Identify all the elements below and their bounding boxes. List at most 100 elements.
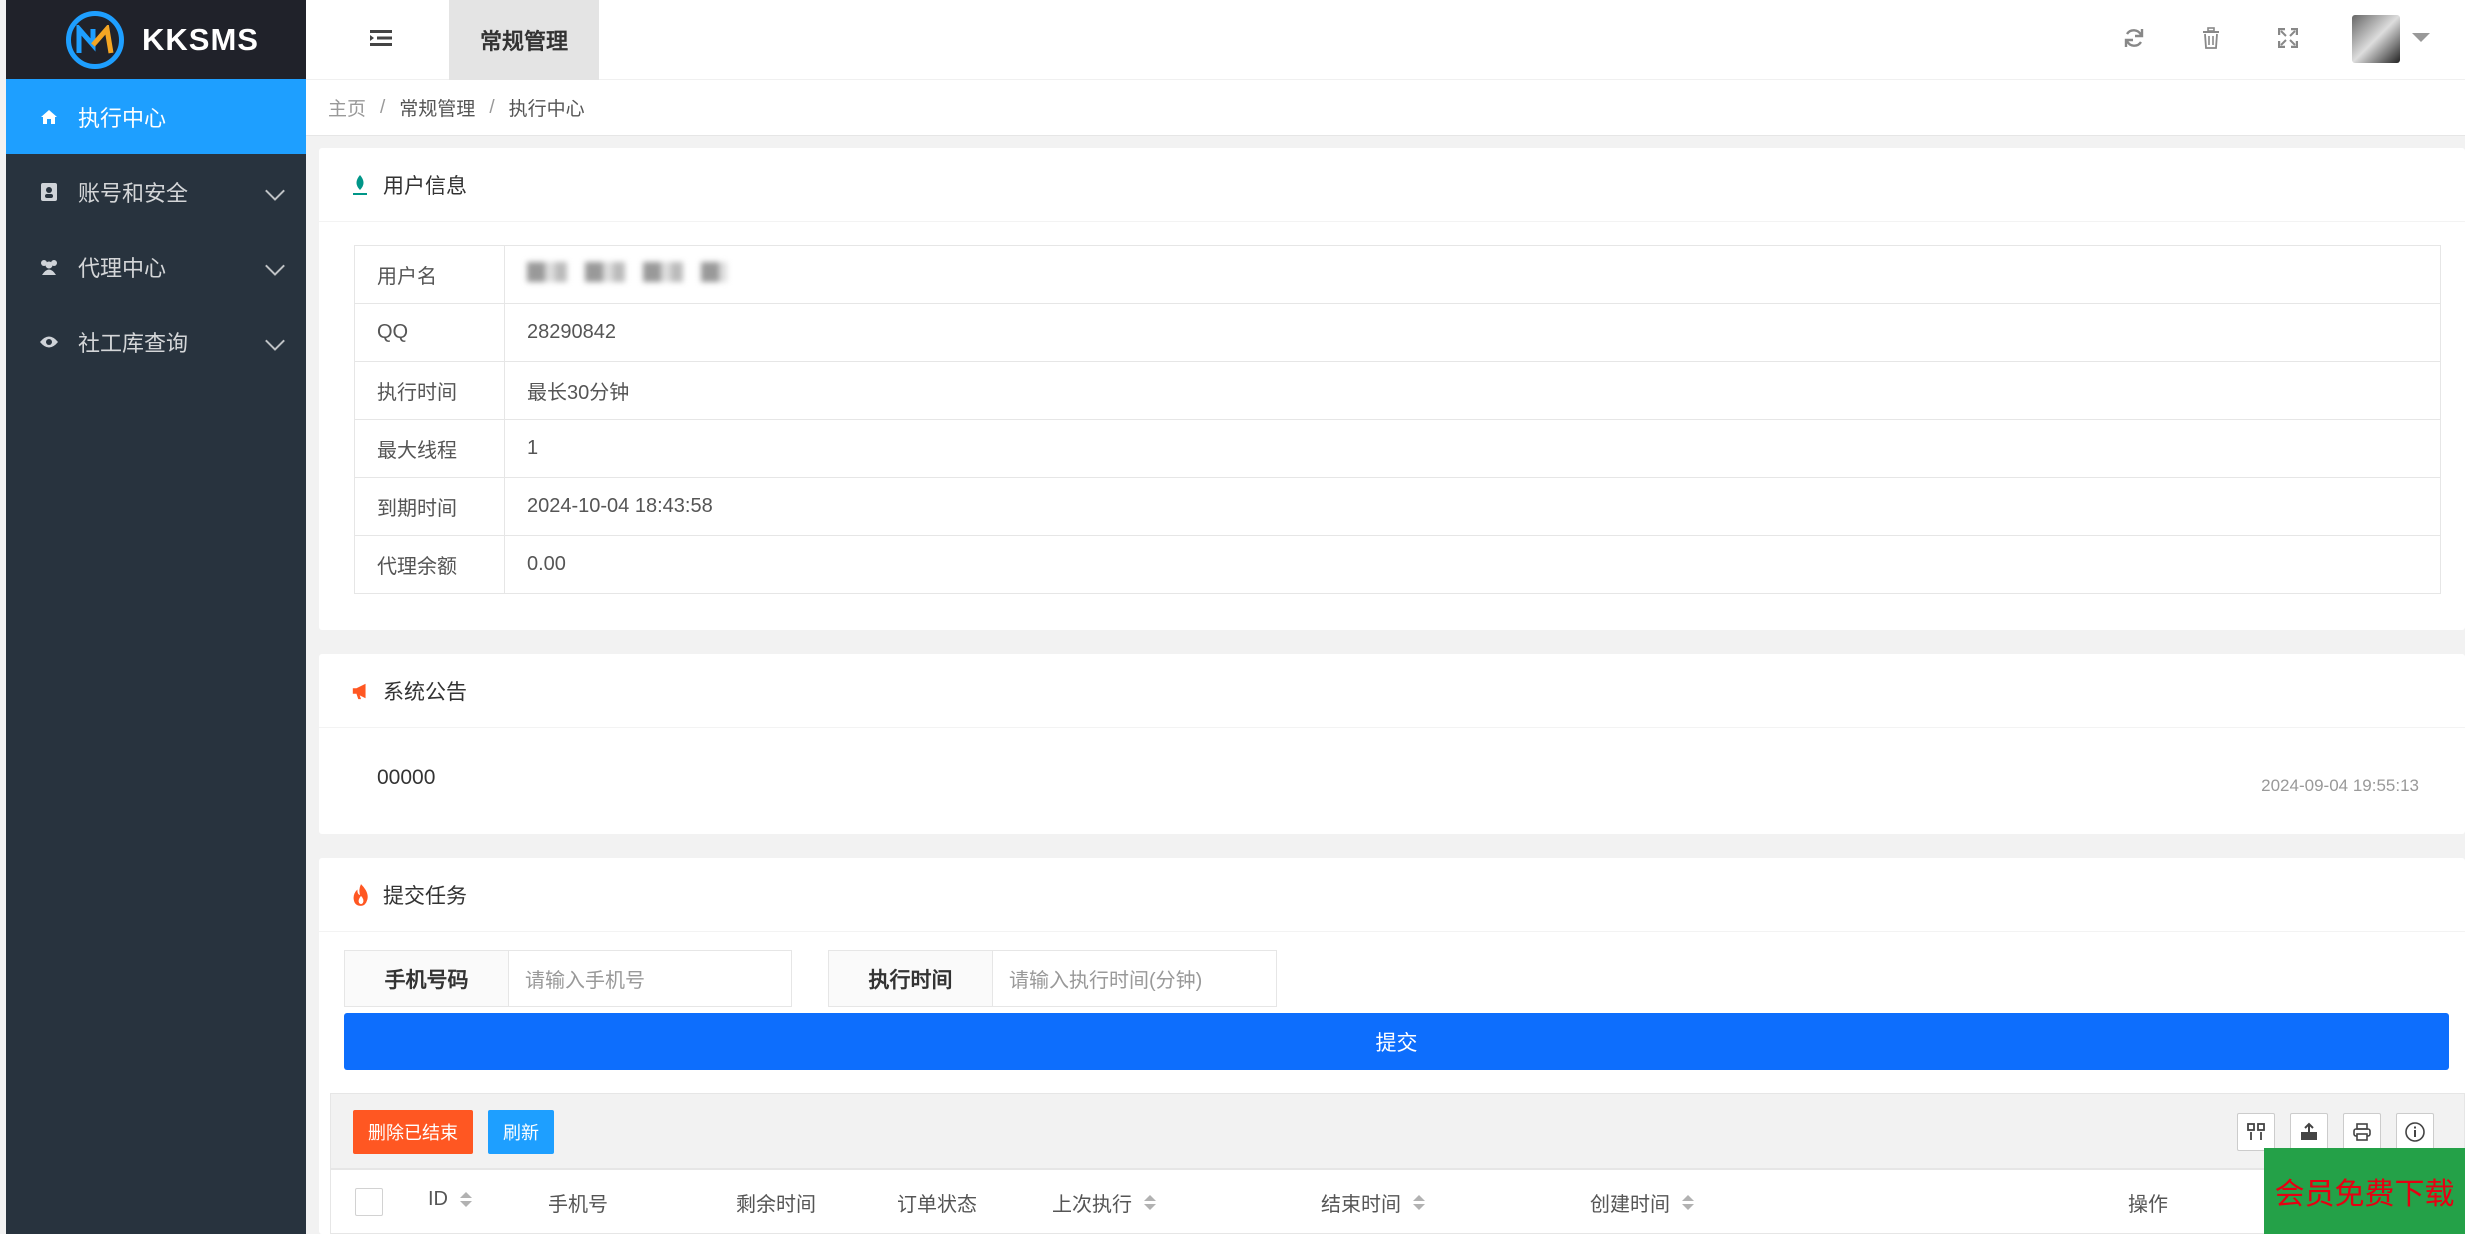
row-value: [504, 245, 2441, 304]
column-label: 订单状态: [897, 1194, 977, 1216]
sidebar-item-social-lookup[interactable]: 社工库查询: [6, 304, 306, 379]
row-value: 2024-10-04 18:43:58: [504, 477, 2441, 536]
sort-icon[interactable]: [1413, 1195, 1425, 1210]
card-header: 用户信息: [319, 148, 2465, 222]
column-header-last-exec[interactable]: 上次执行: [1052, 1188, 1156, 1217]
column-header-end-time[interactable]: 结束时间: [1321, 1188, 1425, 1217]
card-header: 系统公告: [319, 654, 2465, 728]
table-row: 用户名: [354, 245, 2441, 304]
tab-general-management[interactable]: 常规管理: [449, 0, 599, 80]
breadcrumb-home[interactable]: 主页: [328, 94, 366, 121]
card-title: 用户信息: [383, 174, 467, 198]
top-header: 常规管理: [306, 0, 2465, 80]
leaf-icon: [351, 173, 371, 197]
home-icon: [36, 107, 62, 127]
table-row: 执行时间 最长30分钟: [354, 361, 2441, 420]
menu-toggle-icon[interactable]: [368, 26, 394, 50]
notice-content: 00000: [377, 766, 436, 789]
notice-card: 系统公告 00000 2024-09-04 19:55:13: [319, 654, 2465, 834]
column-label: 上次执行: [1052, 1194, 1132, 1216]
row-value: 最长30分钟: [504, 361, 2441, 420]
info-icon[interactable]: [2396, 1113, 2434, 1151]
trash-icon[interactable]: [2197, 24, 2225, 52]
promo-banner[interactable]: 会员免费下载: [2264, 1148, 2465, 1234]
sidebar-item-account-security[interactable]: 账号和安全: [6, 154, 306, 229]
column-header-status: 订单状态: [897, 1188, 977, 1217]
column-label: 操作: [2128, 1194, 2168, 1216]
column-header-id[interactable]: ID: [428, 1188, 472, 1211]
column-header-created[interactable]: 创建时间: [1590, 1188, 1694, 1217]
notice-time: 2024-09-04 19:55:13: [2261, 776, 2419, 795]
app-name: KKSMS: [142, 21, 259, 57]
fullscreen-icon[interactable]: [2274, 24, 2302, 52]
user-info-card: 用户信息 用户名 QQ 28290842 执行时间 最长30分钟 最大线程 1 到期时…: [319, 148, 2465, 630]
row-value: 1: [504, 419, 2441, 478]
columns-icon[interactable]: [2237, 1113, 2275, 1151]
sidebar-item-label: 执行中心: [78, 105, 167, 131]
phone-input[interactable]: 请输入手机号: [509, 951, 791, 1006]
row-value: 28290842: [504, 303, 2441, 362]
fire-icon: [351, 883, 371, 907]
megaphone-icon: [351, 679, 371, 703]
sort-icon[interactable]: [1144, 1195, 1156, 1210]
submit-button[interactable]: 提交: [344, 1013, 2449, 1070]
row-value: 0.00: [504, 535, 2441, 594]
row-label: 最大线程: [354, 419, 505, 478]
refresh-icon[interactable]: [2120, 24, 2148, 52]
contact-card-icon: [36, 182, 62, 202]
chevron-down-icon: [265, 181, 285, 201]
breadcrumb: 主页 / 常规管理 / 执行中心: [306, 80, 2465, 136]
breadcrumb-current: 执行中心: [508, 99, 585, 120]
eye-icon: [36, 332, 62, 352]
chevron-down-icon: [265, 331, 285, 351]
phone-label: 手机号码: [345, 951, 509, 1006]
card-title: 系统公告: [383, 680, 467, 704]
sort-icon[interactable]: [460, 1192, 472, 1207]
column-header-actions: 操作: [2128, 1188, 2168, 1217]
sidebar-item-agent-center[interactable]: 代理中心: [6, 229, 306, 304]
column-label: 结束时间: [1321, 1194, 1401, 1216]
column-label: 剩余时间: [736, 1194, 816, 1216]
sidebar-item-exec-center[interactable]: 执行中心: [6, 79, 306, 154]
user-info-table: 用户名 QQ 28290842 执行时间 最长30分钟 最大线程 1 到期时间 2024…: [354, 245, 2441, 594]
time-input-group: 执行时间 请输入执行时间(分钟): [828, 950, 1277, 1007]
delete-finished-button[interactable]: 删除已结束: [353, 1110, 473, 1154]
print-icon[interactable]: [2343, 1113, 2381, 1151]
breadcrumb-separator: /: [380, 96, 386, 118]
row-label: QQ: [354, 303, 505, 362]
sidebar-item-label: 社工库查询: [78, 330, 189, 356]
time-label: 执行时间: [829, 951, 993, 1006]
table-row: 最大线程 1: [354, 419, 2441, 478]
breadcrumb-section[interactable]: 常规管理: [399, 94, 475, 121]
card-header: 提交任务: [319, 858, 2465, 932]
refresh-button[interactable]: 刷新: [488, 1110, 554, 1154]
table-row: 到期时间 2024-10-04 18:43:58: [354, 477, 2441, 536]
breadcrumb-separator: /: [489, 96, 495, 118]
time-input[interactable]: 请输入执行时间(分钟): [993, 951, 1276, 1006]
sidebar-item-label: 账号和安全: [78, 180, 189, 206]
column-header-phone: 手机号: [548, 1188, 608, 1217]
caret-down-icon[interactable]: [2412, 33, 2430, 42]
column-label: ID: [428, 1188, 448, 1210]
sidebar: KKSMS 执行中心 账号和安全 代理中心 社工库查询: [6, 0, 306, 1234]
table-header: ID 手机号 剩余时间 订单状态 上次执行 结束时间 创建时间 操作: [330, 1169, 2465, 1234]
users-icon: [36, 257, 62, 277]
column-label: 手机号: [548, 1194, 608, 1216]
username-blurred: [527, 261, 727, 282]
export-icon[interactable]: [2290, 1113, 2328, 1151]
row-label: 用户名: [354, 245, 505, 304]
row-label: 执行时间: [354, 361, 505, 420]
sidebar-item-label: 代理中心: [78, 255, 167, 281]
select-all-checkbox[interactable]: [355, 1188, 383, 1216]
table-row: QQ 28290842: [354, 303, 2441, 362]
table-toolbar: 删除已结束 刷新: [330, 1093, 2465, 1169]
phone-input-group: 手机号码 请输入手机号: [344, 950, 792, 1007]
row-label: 代理余额: [354, 535, 505, 594]
column-header-remaining: 剩余时间: [736, 1188, 816, 1217]
avatar[interactable]: [2352, 15, 2400, 63]
chevron-down-icon: [265, 256, 285, 276]
logo[interactable]: KKSMS: [6, 0, 306, 79]
sort-icon[interactable]: [1682, 1195, 1694, 1210]
table-row: 代理余额 0.00: [354, 535, 2441, 594]
card-title: 提交任务: [383, 884, 467, 908]
